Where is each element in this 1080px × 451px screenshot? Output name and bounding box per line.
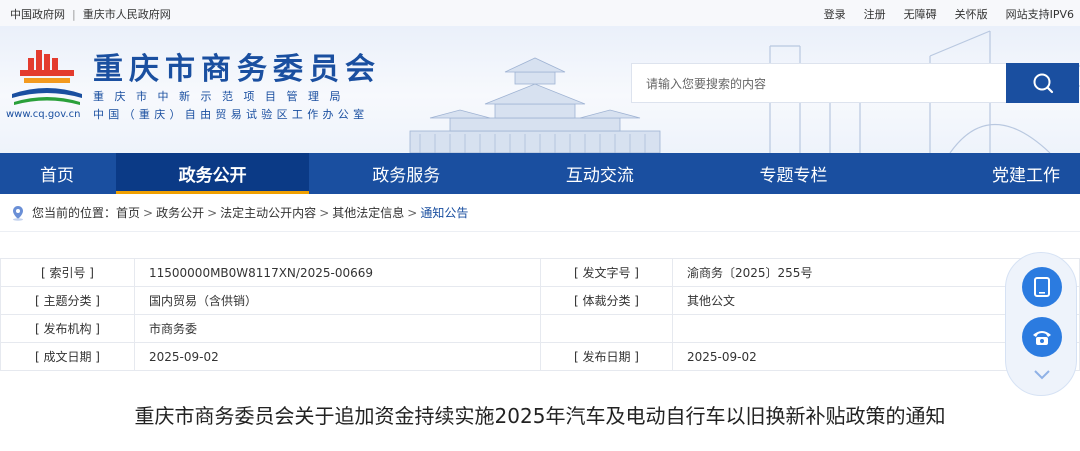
top-links-right: 登录 注册 无障碍 关怀版 网站支持IPV6 (824, 6, 1074, 22)
divider: | (72, 7, 76, 21)
table-row: [ 发布机构 ] 市商务委 (0, 314, 1080, 343)
meta-key: [ 体裁分类 ] (540, 286, 673, 315)
nav-home[interactable]: 首页 (0, 153, 116, 194)
nav-gov-affairs-open[interactable]: 政务公开 (115, 153, 310, 194)
search-input[interactable]: 请输入您要搜索的内容 (631, 63, 1006, 103)
ipv6-label: 网站支持IPV6 (1005, 8, 1074, 21)
nav-gov-services[interactable]: 政务服务 (309, 153, 503, 194)
meta-key: [ 发文字号 ] (540, 258, 673, 287)
site-header: 重庆市商务委员会 重庆市中新示范项目管理局 中国（重庆）自由贸易试验区工作办公室… (0, 26, 1080, 153)
register-link[interactable]: 注册 (864, 6, 886, 22)
table-row: [ 主题分类 ] 国内贸易（含供销） [ 体裁分类 ] 其他公文 (0, 286, 1080, 315)
mobile-site-button[interactable] (1022, 267, 1062, 307)
site-logo-icon (12, 50, 82, 105)
nav-special-topics[interactable]: 专题专栏 (697, 153, 891, 194)
meta-value: 2025-09-02 (134, 342, 541, 371)
breadcrumb-statutory[interactable]: 法定主动公开内容 (220, 204, 316, 221)
nav-interaction[interactable]: 互动交流 (503, 153, 697, 194)
breadcrumb-separator: > (143, 205, 154, 220)
site-subtitle-2: 中国（重庆）自由贸易试验区工作办公室 (93, 108, 369, 121)
breadcrumb-separator: > (319, 205, 330, 220)
phone-contact-button[interactable] (1022, 317, 1062, 357)
top-links-left: 中国政府网 | 重庆市人民政府网 (10, 6, 171, 22)
phone-icon (1033, 331, 1051, 345)
floating-toolbar (1005, 252, 1077, 396)
link-gov-cn[interactable]: 中国政府网 (10, 6, 65, 22)
meta-key (540, 314, 673, 343)
breadcrumb-separator: > (407, 205, 418, 220)
breadcrumb: 您当前的位置： 首页 > 政务公开 > 法定主动公开内容 > 其他法定信息 > … (0, 194, 1080, 232)
login-link[interactable]: 登录 (824, 6, 846, 22)
meta-value: 11500000MB0W8117XN/2025-00669 (134, 258, 541, 287)
search-bar: 请输入您要搜索的内容 (631, 63, 1079, 103)
breadcrumb-prefix: 您当前的位置： (32, 206, 117, 220)
meta-key: [ 发布日期 ] (540, 342, 673, 371)
meta-key: [ 发布机构 ] (0, 314, 135, 343)
table-row: [ 成文日期 ] 2025-09-02 [ 发布日期 ] 2025-09-02 (0, 342, 1080, 371)
breadcrumb-home[interactable]: 首页 (116, 204, 140, 221)
breadcrumb-separator: > (207, 205, 218, 220)
meta-key: [ 主题分类 ] (0, 286, 135, 315)
location-pin-icon (13, 205, 23, 221)
search-button[interactable] (1006, 63, 1079, 103)
meta-value: 市商务委 (134, 314, 541, 343)
table-row: [ 索引号 ] 11500000MB0W8117XN/2025-00669 [ … (0, 258, 1080, 287)
breadcrumb-gov-open[interactable]: 政务公开 (156, 204, 204, 221)
article-title: 重庆市商务委员会关于追加资金持续实施2025年汽车及电动自行车以旧换新补贴政策的… (134, 404, 946, 428)
top-bar: 中国政府网 | 重庆市人民政府网 登录 注册 无障碍 关怀版 网站支持IPV6 (0, 0, 1080, 26)
meta-key: [ 索引号 ] (0, 258, 135, 287)
chevron-down-icon[interactable] (1032, 369, 1052, 381)
care-mode-link[interactable]: 关怀版 (955, 6, 988, 22)
search-icon (1033, 73, 1053, 94)
link-cq-gov[interactable]: 重庆市人民政府网 (83, 6, 171, 22)
breadcrumb-other-info[interactable]: 其他法定信息 (332, 204, 404, 221)
document-meta-table: [ 索引号 ] 11500000MB0W8117XN/2025-00669 [ … (0, 258, 1080, 371)
site-subtitle-1: 重庆市中新示范项目管理局 (93, 90, 351, 103)
site-domain: www.cq.gov.cn (6, 109, 81, 120)
nav-party-building[interactable]: 党建工作 (890, 153, 1080, 194)
meta-key: [ 成文日期 ] (0, 342, 135, 371)
main-nav: 首页 政务公开 政务服务 互动交流 专题专栏 党建工作 (0, 153, 1080, 194)
accessibility-link[interactable]: 无障碍 (904, 6, 937, 22)
meta-value: 国内贸易（含供销） (134, 286, 541, 315)
tablet-icon (1034, 277, 1050, 297)
site-name: 重庆市商务委员会 (93, 52, 381, 87)
breadcrumb-current[interactable]: 通知公告 (420, 204, 468, 221)
